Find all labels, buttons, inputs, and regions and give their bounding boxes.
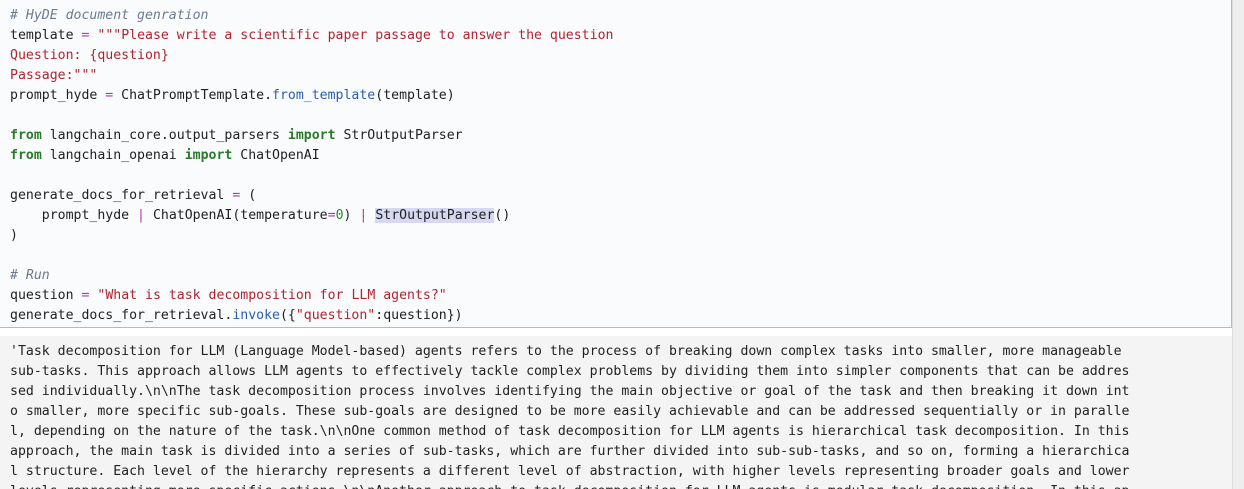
code-token: # Run xyxy=(10,268,50,283)
code-token: # HyDE document genration xyxy=(10,8,209,23)
code-token: | xyxy=(137,208,145,223)
code-line: prompt_hyde = ChatPromptTemplate.from_te… xyxy=(10,86,613,106)
output-line: o smaller, more specific sub-goals. Thes… xyxy=(10,404,1130,419)
code-cell[interactable]: # HyDE document genration template = """P… xyxy=(0,0,1232,328)
output-text: 'Task decomposition for LLM (Language Mo… xyxy=(10,342,1129,489)
code-token: (template) xyxy=(375,88,455,103)
code-line: generate_docs_for_retrieval = ( xyxy=(10,186,613,206)
output-line: approach, the main task is divided into … xyxy=(10,444,1130,459)
code-token: () xyxy=(494,208,511,223)
scrollbar[interactable] xyxy=(1232,0,1244,489)
output-line: sub-tasks. This approach allows LLM agen… xyxy=(10,364,1130,379)
code-line: from langchain_core.output_parsers impor… xyxy=(10,126,613,146)
code-line: template = """Please write a scientific … xyxy=(10,26,613,46)
code-token: ChatOpenAI(temperature xyxy=(145,208,328,223)
code-token: ChatPromptTemplate. xyxy=(113,88,273,103)
code-line: # Run xyxy=(10,266,613,286)
code-editor[interactable]: # HyDE document genration template = """P… xyxy=(10,6,613,326)
code-line: prompt_hyde | ChatOpenAI(temperature=0) … xyxy=(10,206,613,226)
code-line: Question: {question} xyxy=(10,46,613,66)
code-line: generate_docs_for_retrieval.invoke({"que… xyxy=(10,306,613,326)
code-token: question xyxy=(10,288,82,303)
code-token: import xyxy=(184,148,233,163)
code-token: generate_docs_for_retrieval xyxy=(10,188,233,203)
code-token: """Please write a scientific paper passa… xyxy=(97,28,614,43)
code-token: from xyxy=(10,148,42,163)
code-token: Passage:""" xyxy=(10,68,98,83)
output-cell: 'Task decomposition for LLM (Language Mo… xyxy=(0,336,1232,489)
code-token: = xyxy=(327,208,336,223)
code-line: # HyDE document genration xyxy=(10,6,613,26)
code-token: ( xyxy=(240,188,257,203)
code-token: langchain_openai xyxy=(41,148,185,163)
code-token: ) xyxy=(343,208,360,223)
output-line: sed individually.\n\nThe task decomposit… xyxy=(10,384,1130,399)
code-token: ) xyxy=(10,228,18,243)
code-token: "question" xyxy=(295,308,376,323)
output-line: 'Task decomposition for LLM (Language Mo… xyxy=(10,344,1122,359)
code-line: question = "What is task decomposition f… xyxy=(10,286,613,306)
code-token: prompt_hyde xyxy=(10,88,106,103)
code-token: Question: {question} xyxy=(10,48,169,63)
code-token: 0 xyxy=(335,208,344,223)
code-token: StrOutputParser xyxy=(375,208,495,223)
output-line: l structure. Each level of the hierarchy… xyxy=(10,464,1130,479)
code-token: "What is task decomposition for LLM agen… xyxy=(97,288,447,303)
code-token: langchain_core.output_parsers xyxy=(41,128,288,143)
code-line: from langchain_openai import ChatOpenAI xyxy=(10,146,613,166)
code-line: ) xyxy=(10,226,613,246)
output-line: l, depending on the nature of the task.\… xyxy=(10,424,1130,439)
code-token: from_template xyxy=(272,88,376,103)
code-line: Passage:""" xyxy=(10,66,613,86)
output-line: levels representing more specific action… xyxy=(10,482,1129,489)
code-token: import xyxy=(287,128,336,143)
code-token: ChatOpenAI xyxy=(232,148,320,163)
code-token: prompt_hyde xyxy=(10,208,138,223)
code-token: from xyxy=(10,128,42,143)
code-token: StrOutputParser xyxy=(335,128,463,143)
code-token: ({ xyxy=(279,308,296,323)
code-token: :question}) xyxy=(375,308,463,323)
code-token: generate_docs_for_retrieval. xyxy=(10,308,233,323)
code-token: template xyxy=(10,28,82,43)
code-token: invoke xyxy=(232,308,280,323)
